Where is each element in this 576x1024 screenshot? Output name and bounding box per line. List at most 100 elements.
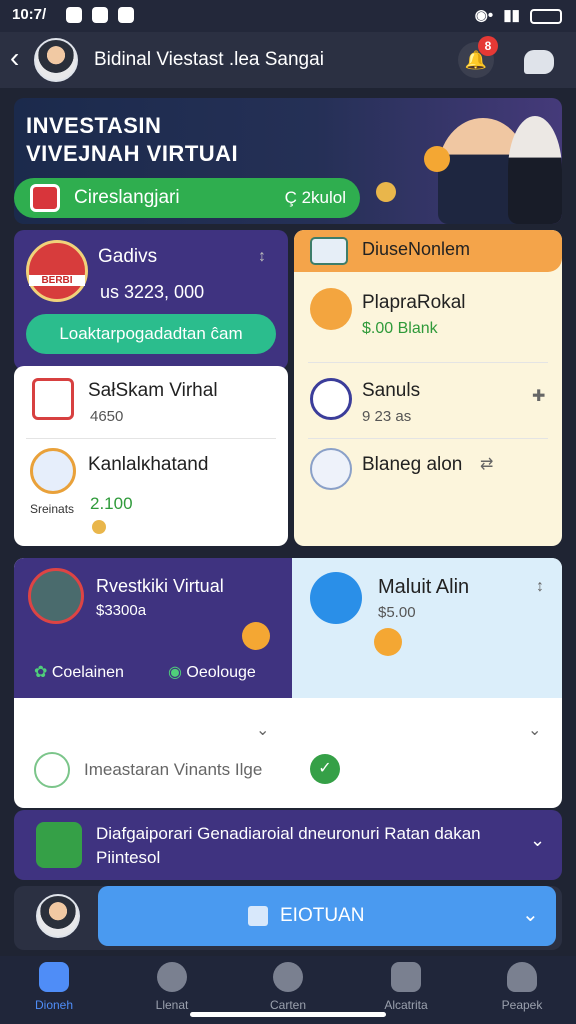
location-pin-icon (310, 378, 352, 420)
balance-action-button[interactable]: Loaktarpogadadtan ĉam (26, 314, 276, 354)
banner-text-line2: Piintesol (96, 848, 161, 867)
right-card-header[interactable]: DiuseNonlem (294, 230, 562, 272)
right-dropdown[interactable]: Oevhea’horal ⌄ ✓ (292, 698, 562, 808)
calendar-icon (30, 184, 60, 212)
chevron-down-icon[interactable]: ⌄ (528, 720, 541, 740)
wifi-icon: ◉• (474, 7, 494, 24)
list-item-sub: Sreinats (30, 502, 75, 516)
gift-badge-text: BERBI (29, 275, 85, 286)
coelainen-label: Coelainen (51, 664, 124, 681)
search-icon (310, 288, 352, 330)
nav-item-profile[interactable]: Peapek (474, 962, 570, 1012)
hero-cta-button[interactable]: Cireslangjari Ç 2kulol (14, 178, 360, 218)
status-system-icons: ◉• ▮▮ (475, 6, 562, 24)
list-item-value: 2.100 (90, 494, 133, 513)
user-icon (507, 962, 537, 992)
notification-badge: 8 (478, 36, 498, 56)
divider (308, 362, 548, 363)
shield-icon (92, 7, 109, 24)
back-arrow-icon[interactable]: ‹ (10, 42, 19, 74)
battery-icon (530, 8, 562, 24)
search-icon (157, 962, 187, 992)
left-list-card: SałSkam Virhal 4650 Sreinats Kanlalĸhata… (14, 366, 288, 546)
divider (26, 438, 276, 439)
status-bar: 10:7/ ◉• ▮▮ (0, 0, 576, 32)
nav-label: Carten (269, 998, 307, 1012)
list-item[interactable]: PlapraRokal $.00 Blank (294, 278, 562, 364)
chevron-down-icon[interactable]: ⌄ (522, 902, 539, 927)
document-icon (34, 752, 70, 788)
nav-item-timer[interactable]: Carten (240, 962, 336, 1012)
investment-section: Rvestkiki Virtual $3300а ✿ Coelainen ◉ O… (14, 558, 562, 808)
notification-icon (66, 7, 82, 24)
avatar[interactable] (34, 38, 78, 82)
chart-icon: ◉ (168, 664, 182, 681)
list-item[interactable]: Sreinats Kanlalĸhatand 2.100 (14, 440, 288, 546)
nav-label: Llenat (155, 998, 189, 1012)
divider (308, 438, 548, 439)
hero-title-line1: INVESTASIN (26, 113, 162, 138)
star-icon (374, 628, 402, 656)
primary-action-label: EIOTUAN (280, 905, 365, 926)
balance-title: Gadivs (98, 246, 158, 267)
invest-card[interactable]: Rvestkiki Virtual $3300а ✿ Coelainen ◉ O… (14, 558, 292, 698)
arrow-icon[interactable]: ⇄ (480, 454, 493, 474)
list-item[interactable]: Blaneg alon ⇄ (294, 442, 562, 506)
gear-icon: ✿ (34, 664, 48, 681)
left-dropdown-label: Eivelnen STHGAI (34, 718, 183, 739)
map-icon (36, 822, 82, 868)
gift-icon: BERBI (26, 240, 88, 302)
coin-icon (424, 146, 450, 172)
nav-item-search[interactable]: Llenat (124, 962, 220, 1012)
list-item[interactable]: SałSkam Virhal 4650 (14, 366, 288, 438)
nav-label: Dioneh (34, 998, 74, 1012)
hero-cta-sub: Ç 2kulol (284, 188, 346, 207)
left-dropdown-sub: Imeastaran Vinants Ilgе (84, 760, 263, 779)
malut-card[interactable]: Maluit Alin $5.00 ↕ (292, 558, 562, 698)
primary-action-button[interactable]: EIOTUAN ⌄ (98, 886, 556, 946)
notification-button[interactable]: 🔔 8 (458, 36, 498, 78)
coin-icon (92, 520, 106, 534)
list-item-value: 9 23 as (362, 408, 412, 425)
signal-icon: ▮▮ (503, 7, 520, 24)
avatar[interactable] (36, 894, 80, 938)
chat-icon[interactable] (524, 50, 554, 74)
hero-title-line2: VIVEJNAH VIRTUAI (26, 141, 239, 166)
coin-icon (242, 622, 270, 650)
list-item-label: Kanlalĸhatand (88, 454, 209, 475)
calculator-icon (32, 378, 74, 420)
nav-item-stats[interactable]: Alcatrita (358, 962, 454, 1012)
nav-label: Peapek (501, 998, 543, 1012)
info-banner[interactable]: Diafgaiporari Genadiaroial dneuronuri Ra… (14, 810, 562, 880)
oeolouge-button[interactable]: ◉ Oeolouge (168, 662, 256, 682)
presenter-woman-image (508, 116, 562, 224)
more-icon[interactable]: ✚ (532, 386, 545, 406)
right-dropdown-label: Oevhea’horal (310, 718, 424, 739)
invest-value: $3300а (96, 602, 147, 619)
malut-value: $5.00 (378, 604, 416, 621)
message-icon (118, 7, 135, 24)
list-item-label: Blaneg alon (362, 454, 463, 475)
chevron-down-icon[interactable]: ⌄ (256, 720, 269, 740)
list-item-value: 4650 (90, 408, 124, 425)
coin-icon (376, 182, 396, 202)
list-item[interactable]: Sanuls 9 23 as ✚ (294, 366, 562, 436)
right-list-card: DiuseNonlem PlapraRokal $.00 Blank Sanul… (294, 230, 562, 546)
chart-pie-icon (30, 448, 76, 494)
more-icon[interactable]: ↕ (258, 248, 266, 266)
rocket-icon (28, 568, 84, 624)
nav-label: Alcatrita (384, 998, 428, 1012)
nav-item-home[interactable]: Dioneh (6, 962, 102, 1012)
list-item-label: PlapraRokal (362, 292, 466, 313)
more-icon[interactable]: ↕ (536, 578, 544, 596)
right-card-header-label: DiuseNonlem (362, 239, 471, 259)
chevron-down-icon[interactable]: ⌄ (530, 830, 545, 851)
balance-card[interactable]: BERBI Gadivs us 3223, 000 ↕ Loaktarpogad… (14, 230, 288, 370)
left-dropdown[interactable]: Eivelnen STHGAI ⌄ Imeastaran Vinants Ilg… (14, 698, 292, 808)
check-icon: ✓ (310, 754, 340, 784)
hero-banner: INVESTASIN VIVEJNAH VIRTUAI Cireslangjar… (14, 98, 562, 224)
balance-amount: us 3223, 000 (100, 282, 205, 302)
list-item-value: $.00 Blank (362, 320, 438, 337)
hero-title: INVESTASIN VIVEJNAH VIRTUAI (26, 112, 238, 168)
coelainen-button[interactable]: ✿ Coelainen (34, 662, 124, 682)
